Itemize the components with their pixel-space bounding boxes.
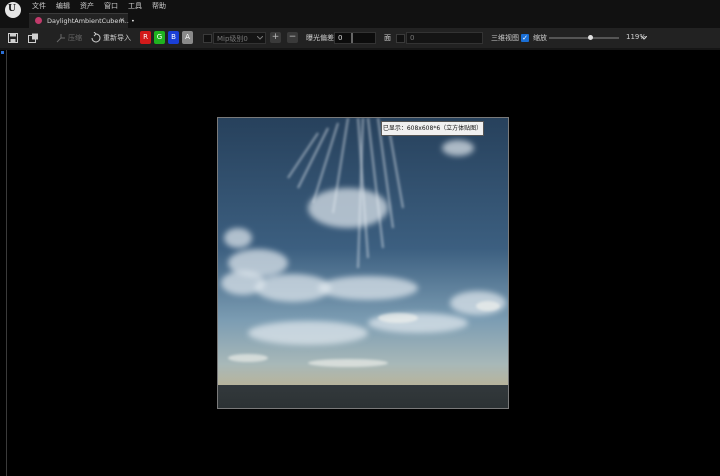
save-icon[interactable] [8,33,18,43]
menu-window[interactable]: 窗口 [104,1,118,11]
face-input[interactable]: 0 [406,32,483,44]
chevron-down-icon [257,36,263,40]
channel-g-toggle[interactable]: G [154,31,165,44]
menu-asset[interactable]: 资产 [80,1,94,11]
reimport-icon [91,32,101,43]
chevron-down-icon[interactable] [641,36,647,40]
zoom-checkbox[interactable]: ✓ [521,34,529,42]
view-3d-toggle[interactable]: 三维视图 [491,33,519,43]
exposure-label: 曝光偏差 [306,34,334,42]
cubemap-preview-image [217,117,509,409]
browse-asset-icon[interactable] [28,33,39,43]
toolbar-divider [0,48,720,50]
reimport-button[interactable]: 重新导入 [103,33,131,43]
viewport-left-edge [0,50,7,476]
mip-checkbox[interactable] [203,34,212,43]
face-label: 面 [384,34,391,42]
menu-bar: 文件 编辑 资产 窗口 工具 帮助 [0,0,720,12]
compress-icon [56,34,65,43]
compress-button[interactable]: 压缩 [68,33,82,43]
menu-file[interactable]: 文件 [32,1,46,11]
channel-b-toggle[interactable]: B [168,31,179,44]
mip-increase-button[interactable]: + [270,32,281,43]
mip-level-dropdown[interactable]: Mip级别0 [213,32,266,44]
tab-asset[interactable]: DaylightAmbientCubem.. • × [29,13,135,29]
zoom-slider[interactable] [549,37,619,39]
face-checkbox[interactable] [396,34,405,43]
tab-close-icon[interactable]: × [119,16,125,24]
mip-decrease-button[interactable]: − [287,32,298,43]
channel-r-toggle[interactable]: R [140,31,151,44]
menu-help[interactable]: 帮助 [152,1,166,11]
menu-tools[interactable]: 工具 [128,1,142,11]
texture-asset-icon [35,17,42,24]
zoom-label: 缩放 [533,34,547,42]
exposure-input[interactable]: 0 [334,32,376,44]
menu-edit[interactable]: 编辑 [56,1,70,11]
channel-a-toggle[interactable]: A [182,31,193,44]
unreal-logo[interactable]: U [5,2,21,18]
exposure-slider-handle[interactable] [351,33,353,43]
resolution-tooltip: 已显示：608x608*6（立方体贴图） [381,121,484,136]
